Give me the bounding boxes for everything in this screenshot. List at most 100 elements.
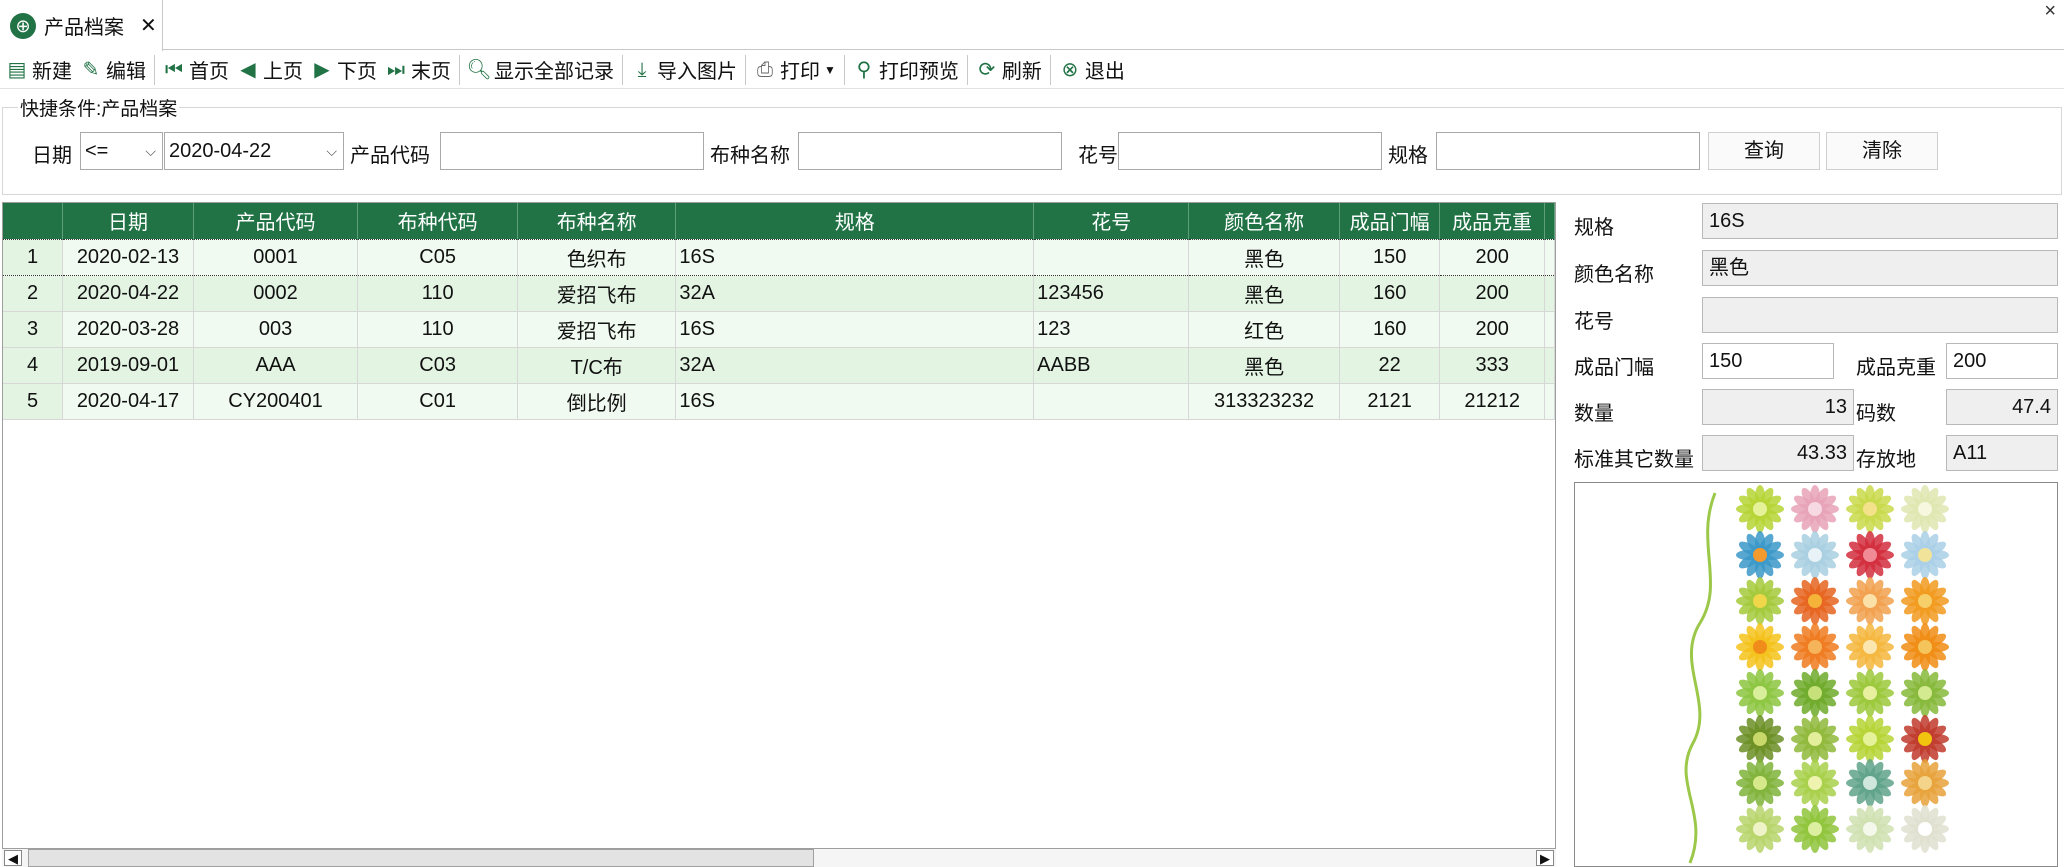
cell-product-code[interactable]: AAA: [193, 347, 359, 384]
column-header-overflow: [1544, 203, 1555, 239]
prev-page-button[interactable]: ◀ 上页: [233, 53, 307, 87]
cell-fabric-code[interactable]: 110: [357, 275, 519, 312]
flower-motif: [1846, 531, 1894, 579]
column-header[interactable]: 布种代码: [357, 203, 519, 239]
cell-product-code[interactable]: CY200401: [193, 383, 359, 420]
pattern-input[interactable]: [1118, 132, 1382, 170]
cell-weight[interactable]: 200: [1439, 275, 1545, 312]
cell-pattern[interactable]: 123: [1033, 311, 1190, 348]
new-button[interactable]: ▤ 新建: [2, 53, 76, 87]
flower-motif: [1791, 805, 1839, 853]
operator-select[interactable]: <= ⌵: [80, 132, 163, 170]
column-header[interactable]: 成品门幅: [1339, 203, 1441, 239]
cell-color[interactable]: 黑色: [1188, 347, 1340, 384]
cell-product-code[interactable]: 0002: [193, 275, 359, 312]
show-all-button[interactable]: 🔍︎ 显示全部记录: [464, 53, 618, 87]
cell-fabric-name[interactable]: 色织布: [517, 238, 677, 276]
window-close-icon[interactable]: ×: [2044, 0, 2056, 23]
import-image-button[interactable]: ⤓ 导入图片: [627, 53, 741, 87]
cell-fabric-code[interactable]: C03: [357, 347, 519, 384]
cell-fabric-name[interactable]: T/C布: [517, 347, 677, 384]
cell-weight[interactable]: 200: [1439, 238, 1545, 276]
cell-fabric-name[interactable]: 倒比例: [517, 383, 677, 420]
column-header[interactable]: 布种名称: [517, 203, 677, 239]
cell-color[interactable]: 黑色: [1188, 238, 1340, 276]
cell-pattern[interactable]: [1033, 383, 1190, 420]
fabric-name-input[interactable]: [798, 132, 1062, 170]
tab-product-archive[interactable]: ⊕ 产品档案 ✕: [0, 0, 163, 51]
column-header[interactable]: 日期: [62, 203, 194, 239]
cell-date[interactable]: 2020-04-17: [62, 383, 194, 420]
table-row[interactable]: 2 2020-04-22 0002 110 爱招飞布 32A 123456 黑色…: [3, 275, 1555, 312]
exit-button[interactable]: ⊗ 退出: [1055, 53, 1129, 87]
product-image[interactable]: [1574, 482, 2058, 867]
cell-date[interactable]: 2020-02-13: [62, 238, 194, 276]
date-picker[interactable]: 2020-04-22 ⌵: [164, 132, 344, 170]
cell-fabric-code[interactable]: C01: [357, 383, 519, 420]
cell-pattern[interactable]: AABB: [1033, 347, 1190, 384]
cell-fabric-code[interactable]: C05: [357, 238, 519, 276]
product-code-input[interactable]: [440, 132, 704, 170]
query-button[interactable]: 查询: [1708, 132, 1820, 170]
cell-width[interactable]: 22: [1339, 347, 1441, 384]
cell-spec[interactable]: 32A: [675, 347, 1035, 384]
cell-product-code[interactable]: 003: [193, 311, 359, 348]
table-row[interactable]: 1 2020-02-13 0001 C05 色织布 16S 黑色 150 200: [3, 238, 1555, 276]
next-page-button[interactable]: ▶ 下页: [307, 53, 381, 87]
edit-button[interactable]: ✎ 编辑: [76, 53, 150, 87]
column-header[interactable]: 花号: [1033, 203, 1190, 239]
cell-product-code[interactable]: 0001: [193, 238, 359, 276]
detail-std-qty-label: 标准其它数量: [1574, 449, 1694, 471]
scrollbar-thumb[interactable]: [28, 849, 814, 867]
cell-spec[interactable]: 32A: [675, 275, 1035, 312]
tab-close-icon[interactable]: ✕: [140, 13, 157, 38]
cell-fabric-code[interactable]: 110: [357, 311, 519, 348]
cell-fabric-name[interactable]: 爱招飞布: [517, 275, 677, 312]
cell-width[interactable]: 160: [1339, 275, 1441, 312]
cell-width[interactable]: 160: [1339, 311, 1441, 348]
cell-width[interactable]: 2121: [1339, 383, 1441, 420]
scroll-right-icon[interactable]: ▶: [1536, 850, 1554, 866]
horizontal-scrollbar[interactable]: ◀ ▶: [2, 848, 1556, 867]
flower-motif: [1791, 715, 1839, 763]
chevron-down-icon[interactable]: ▼: [824, 63, 836, 77]
clear-button[interactable]: 清除: [1826, 132, 1938, 170]
cell-spec[interactable]: 16S: [675, 311, 1035, 348]
column-header[interactable]: 产品代码: [193, 203, 359, 239]
cell-weight[interactable]: 200: [1439, 311, 1545, 348]
table-row[interactable]: 3 2020-03-28 003 110 爱招飞布 16S 123 红色 160…: [3, 311, 1555, 348]
cell-date[interactable]: 2020-04-22: [62, 275, 194, 312]
table-row[interactable]: 4 2019-09-01 AAA C03 T/C布 32A AABB 黑色 22…: [3, 347, 1555, 384]
detail-yards-label: 码数: [1856, 403, 1896, 425]
column-header[interactable]: 规格: [675, 203, 1035, 239]
column-header[interactable]: 成品克重: [1439, 203, 1545, 239]
cell-color[interactable]: 黑色: [1188, 275, 1340, 312]
cell-color[interactable]: 313323232: [1188, 383, 1340, 420]
cell-date[interactable]: 2019-09-01: [62, 347, 194, 384]
spec-input[interactable]: [1436, 132, 1700, 170]
detail-weight-field[interactable]: 200: [1946, 343, 2058, 379]
print-preview-button[interactable]: ⚲ 打印预览: [849, 53, 963, 87]
scroll-left-icon[interactable]: ◀: [4, 850, 22, 866]
refresh-button[interactable]: ⟳ 刷新: [972, 53, 1046, 87]
first-page-button[interactable]: ⏮ 首页: [159, 53, 233, 87]
cell-width[interactable]: 150: [1339, 238, 1441, 276]
last-page-button[interactable]: ⏭ 末页: [381, 53, 455, 87]
cell-weight[interactable]: 333: [1439, 347, 1545, 384]
table-row[interactable]: 5 2020-04-17 CY200401 C01 倒比例 16S 313323…: [3, 383, 1555, 420]
cell-date[interactable]: 2020-03-28: [62, 311, 194, 348]
column-header[interactable]: 颜色名称: [1188, 203, 1340, 239]
detail-width-field[interactable]: 150: [1702, 343, 1834, 379]
printer-icon: ⎙: [757, 58, 773, 81]
cell-pattern[interactable]: 123456: [1033, 275, 1190, 312]
print-button[interactable]: ⎙ 打印 ▼: [750, 53, 840, 87]
cell-spec[interactable]: 16S: [675, 383, 1035, 420]
cell-pattern[interactable]: [1033, 238, 1190, 276]
download-icon: ⤓: [637, 58, 647, 81]
cell-fabric-name[interactable]: 爱招飞布: [517, 311, 677, 348]
refresh-label: 刷新: [1001, 61, 1042, 83]
cell-weight[interactable]: 21212: [1439, 383, 1545, 420]
cell-spec[interactable]: 16S: [675, 238, 1035, 276]
flower-motif: [1901, 759, 1949, 807]
cell-color[interactable]: 红色: [1188, 311, 1340, 348]
